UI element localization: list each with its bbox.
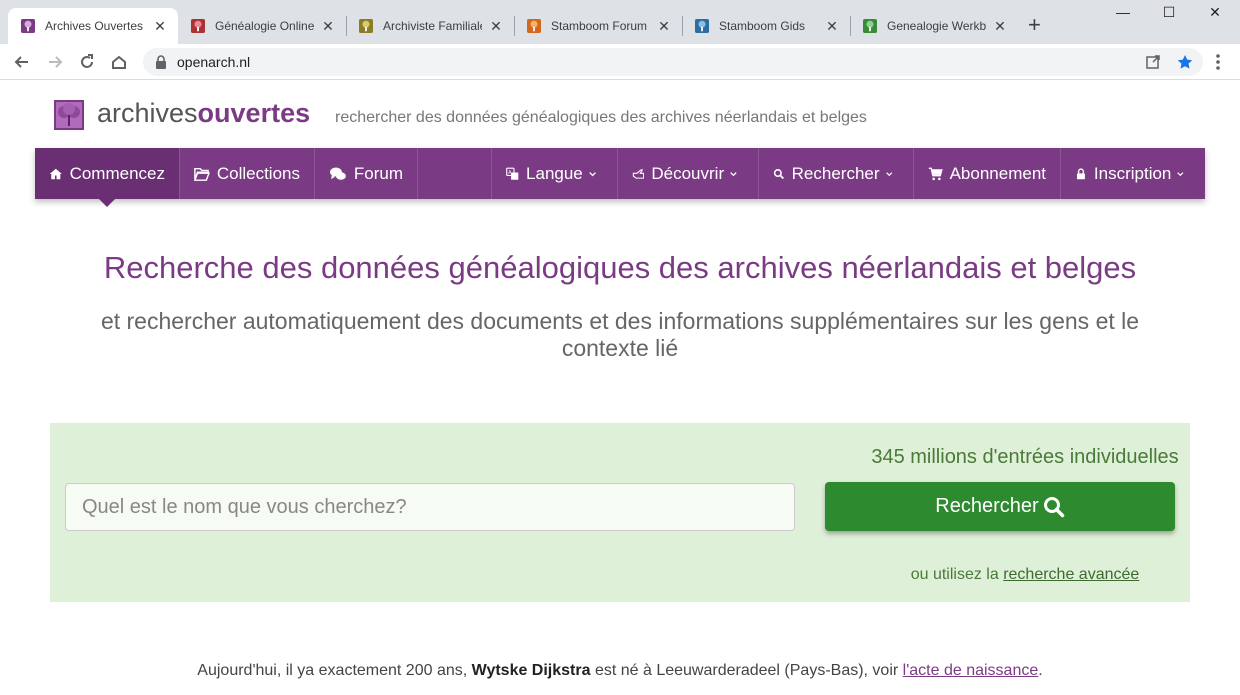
nav-label: Découvrir bbox=[651, 163, 725, 183]
advanced-search-link[interactable]: recherche avancée bbox=[1003, 566, 1139, 583]
tree-icon bbox=[526, 18, 542, 34]
brand-plain: archives bbox=[97, 98, 198, 128]
hero-title: Recherche des données généalogiques des … bbox=[103, 250, 1137, 285]
logo-tree-icon[interactable] bbox=[54, 100, 84, 130]
language-icon: A bbox=[506, 167, 519, 180]
url-text: openarch.nl bbox=[177, 54, 251, 70]
tree-icon bbox=[190, 18, 206, 34]
chevron-down-icon bbox=[1177, 171, 1184, 176]
search-button[interactable]: Rechercher bbox=[825, 482, 1175, 531]
maximize-icon[interactable]: ☐ bbox=[1146, 4, 1192, 21]
today-prefix: Aujourd'hui, il ya exactement 200 ans, bbox=[197, 662, 472, 679]
tab-title: Archiviste Familiale bbox=[383, 19, 482, 33]
tab-stamboom-forum[interactable]: Stamboom Forum ✕ bbox=[514, 8, 682, 44]
open-external-icon[interactable] bbox=[1145, 54, 1161, 70]
search-button-label: Rechercher bbox=[935, 495, 1039, 517]
site-tagline: rechercher des données généalogiques des… bbox=[335, 109, 867, 126]
nav-collections[interactable]: Collections bbox=[180, 148, 315, 199]
tab-genealogie-werkbalk[interactable]: Genealogie Werkba ✕ bbox=[850, 8, 1018, 44]
chevron-down-icon bbox=[589, 171, 596, 176]
browser-toolbar: openarch.nl bbox=[0, 44, 1240, 80]
folder-open-icon bbox=[194, 167, 210, 181]
tab-stamboom-gids[interactable]: Stamboom Gids ✕ bbox=[682, 8, 850, 44]
person-name[interactable]: Wytske Dijkstra bbox=[472, 662, 591, 679]
nav-langue[interactable]: A Langue bbox=[492, 148, 618, 199]
today-middle: est né à Leeuwarderadeel (Pays-Bas), voi… bbox=[590, 662, 903, 679]
today-suffix: . bbox=[1038, 662, 1043, 679]
lock-icon bbox=[156, 55, 166, 69]
nav-commencez[interactable]: Commencez bbox=[35, 148, 180, 199]
close-icon[interactable]: ✕ bbox=[992, 18, 1008, 35]
bookmark-star-icon[interactable] bbox=[1177, 54, 1193, 70]
active-nav-pointer bbox=[99, 199, 115, 207]
main-navbar: Commencez Collections Forum A Langue Déc… bbox=[35, 148, 1205, 199]
tree-icon bbox=[862, 18, 878, 34]
minimize-icon[interactable]: — bbox=[1100, 4, 1146, 20]
close-icon[interactable]: ✕ bbox=[656, 18, 672, 35]
tree-icon bbox=[20, 18, 36, 34]
brand-bold: ouvertes bbox=[197, 98, 311, 128]
reload-icon[interactable] bbox=[75, 50, 99, 74]
new-tab-plus-icon[interactable]: + bbox=[1028, 14, 1041, 36]
adv-prefix: ou utilisez la bbox=[910, 566, 1004, 583]
nav-label: Collections bbox=[216, 163, 300, 183]
records-count: 345 millions d'entrées individuelles bbox=[871, 446, 1179, 468]
tree-icon bbox=[694, 18, 710, 34]
birth-record-link[interactable]: l'acte de naissance bbox=[903, 662, 1039, 679]
nav-abonnement[interactable]: Abonnement bbox=[914, 148, 1061, 199]
tree-icon bbox=[358, 18, 374, 34]
web-page: archivesouvertes rechercher des données … bbox=[0, 80, 1240, 695]
tab-title: Archives Ouvertes bbox=[45, 19, 144, 33]
nav-label: Langue bbox=[526, 163, 583, 183]
comments-icon bbox=[329, 167, 346, 180]
tab-archiviste-familiale[interactable]: Archiviste Familiale ✕ bbox=[346, 8, 514, 44]
shopping-cart-icon bbox=[928, 167, 943, 180]
tab-title: Stamboom Gids bbox=[719, 19, 806, 33]
hand-pointer-icon bbox=[632, 168, 645, 179]
lock-icon bbox=[1076, 167, 1085, 179]
chevron-down-icon bbox=[885, 171, 892, 176]
nav-label: Forum bbox=[353, 163, 403, 183]
more-menu-icon[interactable] bbox=[1210, 52, 1226, 72]
close-icon[interactable]: ✕ bbox=[152, 18, 168, 35]
nav-spacer bbox=[418, 148, 492, 199]
search-icon bbox=[773, 168, 785, 179]
nav-label: Inscription bbox=[1093, 163, 1172, 183]
window-close-icon[interactable]: ✕ bbox=[1192, 4, 1238, 21]
search-icon bbox=[1043, 496, 1064, 517]
home-icon[interactable] bbox=[107, 50, 131, 74]
nav-rechercher[interactable]: Rechercher bbox=[759, 148, 914, 199]
nav-label: Commencez bbox=[69, 163, 165, 183]
home-icon bbox=[49, 168, 62, 179]
nav-forum[interactable]: Forum bbox=[315, 148, 418, 199]
close-icon[interactable]: ✕ bbox=[824, 18, 840, 35]
tab-strip: Archives Ouvertes ✕ Généalogie Online ✕ … bbox=[0, 0, 1240, 44]
tab-title: Stamboom Forum bbox=[551, 19, 648, 33]
tab-title: Généalogie Online bbox=[215, 19, 314, 33]
nav-decouvrir[interactable]: Découvrir bbox=[618, 148, 759, 199]
on-this-day: Aujourd'hui, il ya exactement 200 ans, W… bbox=[0, 662, 1240, 680]
site-brand[interactable]: archivesouvertes bbox=[97, 98, 310, 129]
close-icon[interactable]: ✕ bbox=[320, 18, 336, 35]
close-icon[interactable]: ✕ bbox=[488, 18, 504, 35]
nav-label: Rechercher bbox=[791, 163, 880, 183]
tab-genealogie-online[interactable]: Généalogie Online ✕ bbox=[178, 8, 346, 44]
hero-subtitle: et rechercher automatiquement des docume… bbox=[100, 308, 1140, 361]
chevron-down-icon bbox=[730, 171, 737, 176]
tab-archives-ouvertes[interactable]: Archives Ouvertes ✕ bbox=[8, 8, 178, 44]
name-search-input[interactable]: Quel est le nom que vous cherchez? bbox=[65, 483, 795, 531]
nav-inscription[interactable]: Inscription bbox=[1061, 148, 1205, 199]
advanced-search-hint: ou utilisez la recherche avancée bbox=[850, 566, 1200, 584]
search-panel: 345 millions d'entrées individuelles Que… bbox=[50, 423, 1190, 602]
tab-title: Genealogie Werkba bbox=[887, 19, 986, 33]
back-arrow-icon[interactable] bbox=[10, 50, 34, 74]
address-bar[interactable]: openarch.nl bbox=[143, 48, 1203, 76]
forward-arrow-icon[interactable] bbox=[43, 50, 67, 74]
nav-label: Abonnement bbox=[949, 163, 1046, 183]
